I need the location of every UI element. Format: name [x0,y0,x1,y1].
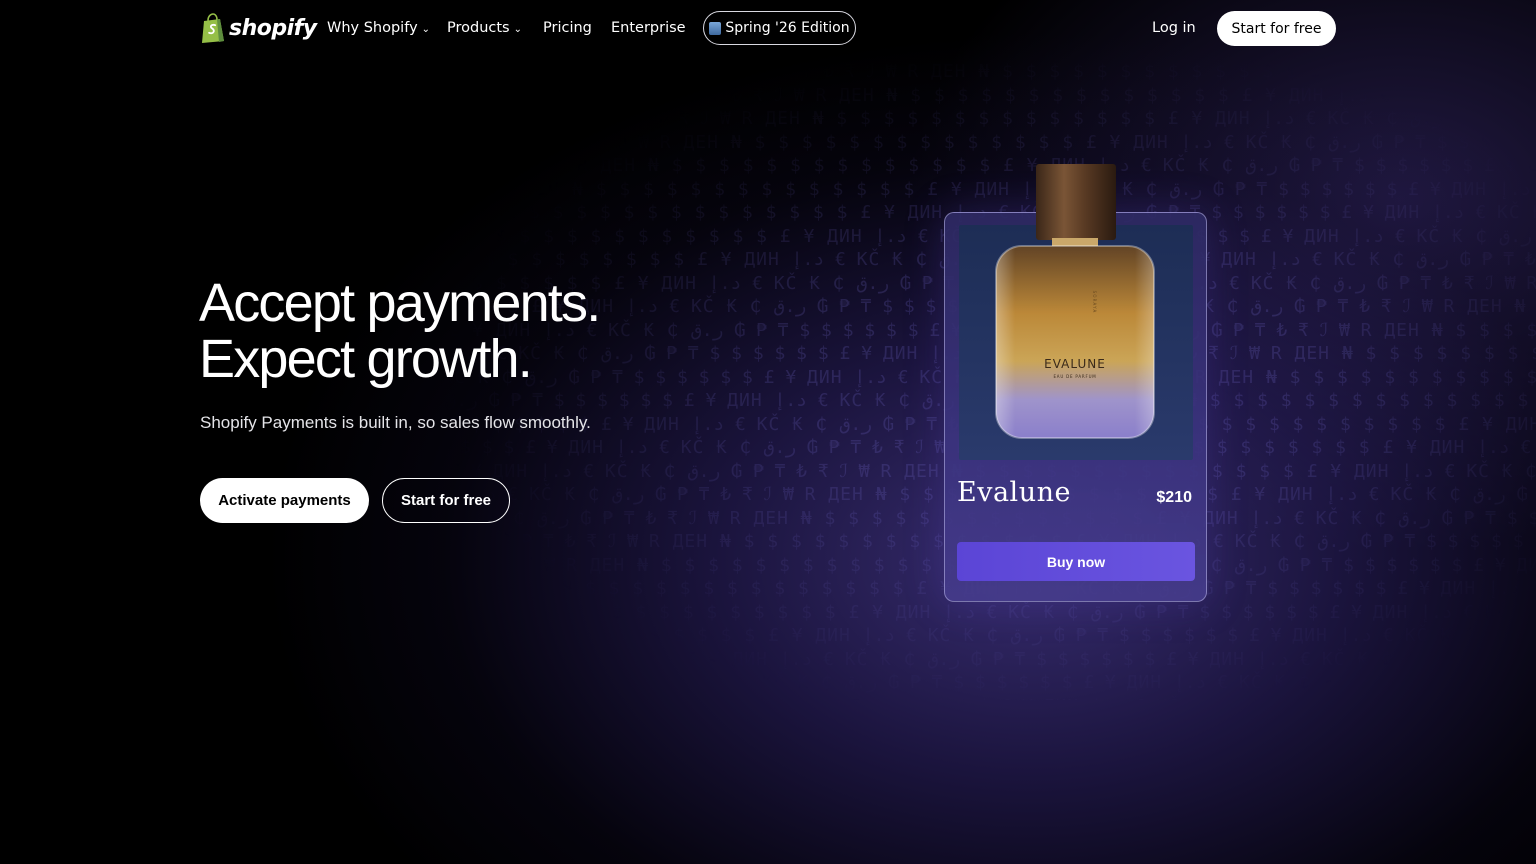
product-price: $210 [1156,489,1192,506]
bottle-label: EVALUNE [1044,357,1106,371]
edition-label: Spring '26 Edition [725,20,850,36]
nav-pricing[interactable]: Pricing [543,20,592,36]
shopify-logo[interactable]: shopify [200,12,317,44]
nav-products[interactable]: Products ⌄ [447,20,522,36]
nav-item-label: Why Shopify [327,20,418,36]
perfume-bottle-image: EVALUNE EAU DE PARFUM SORAYA [995,164,1155,439]
hero-start-free-button[interactable]: Start for free [382,478,510,523]
chevron-down-icon: ⌄ [513,23,522,35]
product-name: Evalune [957,477,1071,508]
hero-title: Accept payments. Expect growth. [199,273,601,389]
nav-start-free-button[interactable]: Start for free [1217,11,1336,46]
hero-title-line-2: Expect growth. [199,329,533,389]
shopify-bag-icon [202,13,224,43]
hero-title-line-1: Accept payments. [199,273,601,333]
chevron-down-icon: ⌄ [421,23,431,35]
bottle-brand: SORAYA [1092,291,1097,314]
login-link[interactable]: Log in [1152,20,1196,36]
nav-enterprise[interactable]: Enterprise [611,20,686,36]
nav-item-label: Products [447,20,510,36]
edition-button[interactable]: Spring '26 Edition [703,11,856,45]
activate-payments-button[interactable]: Activate payments [200,478,369,523]
hero-subtitle: Shopify Payments is built in, so sales f… [200,413,591,432]
top-nav: shopify Why Shopify ⌄ Products ⌄ Pricing… [0,0,1536,58]
nav-item-label: Pricing [543,20,592,36]
logo-text: shopify [229,15,317,41]
nav-item-label: Enterprise [611,20,686,36]
buy-now-button[interactable]: Buy now [957,542,1195,581]
shopping-bag-icon [709,21,722,35]
page: $ $ $ $ $ $ £ ¥ ДИН د.إ € KČ ₭ ₵ ر.ق ₲ ₱… [0,0,1536,864]
bottle-sublabel: EAU DE PARFUM [1053,374,1096,379]
nav-why-shopify[interactable]: Why Shopify ⌄ [327,20,430,36]
